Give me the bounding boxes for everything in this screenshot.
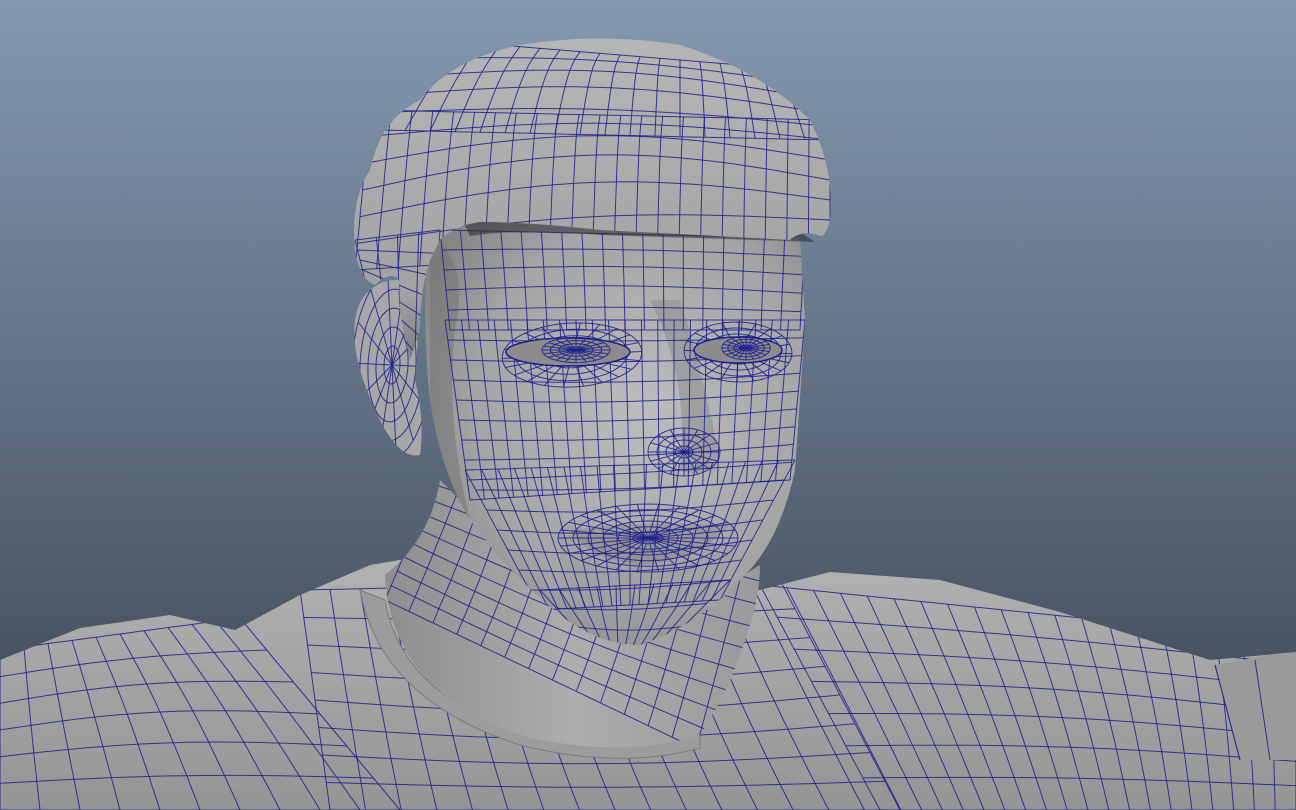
3d-viewport[interactable] [0,0,1296,810]
eye-wireframe [541,336,611,364]
viewport-scene[interactable] [0,0,1296,810]
eye-wireframe [721,335,771,361]
